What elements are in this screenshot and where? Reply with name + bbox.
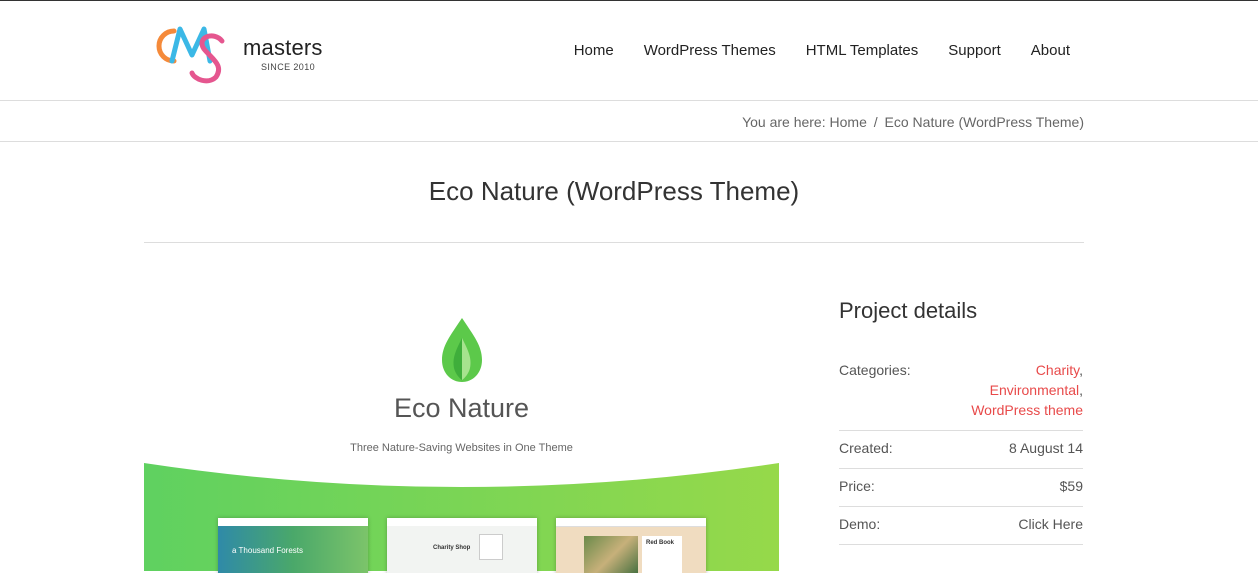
created-value: 8 August 14 <box>1009 440 1083 456</box>
theme-preview-image[interactable]: Eco Nature Three Nature-Saving Websites … <box>144 283 779 573</box>
category-link-environmental[interactable]: Environmental <box>990 382 1080 398</box>
breadcrumb-separator: / <box>873 114 878 130</box>
logo-wordmark: masters <box>243 35 323 60</box>
site-logo[interactable]: masters SINCE 2010 <box>144 21 344 85</box>
preview-redbook-text: Red Book <box>646 540 675 546</box>
demo-link[interactable]: Click Here <box>1018 514 1083 534</box>
hero-tagline: Three Nature-Saving Websites in One Them… <box>350 442 573 454</box>
demo-label: Demo: <box>839 516 881 532</box>
main-nav: Home WordPress Themes HTML Templates Sup… <box>574 42 1070 59</box>
preview-forest-text: a Thousand Forests <box>232 546 304 555</box>
nav-home[interactable]: Home <box>574 42 614 59</box>
nav-wordpress-themes[interactable]: WordPress Themes <box>644 42 776 59</box>
project-details-list: Categories: Charity, Environmental, Word… <box>839 353 1083 545</box>
nav-html-templates[interactable]: HTML Templates <box>806 42 919 59</box>
project-details-heading: Project details <box>839 298 978 323</box>
detail-row-price: Price: $59 <box>839 469 1083 507</box>
detail-row-demo: Demo: Click Here <box>839 507 1083 545</box>
category-comma: , <box>1079 362 1083 378</box>
category-comma: , <box>1079 382 1083 398</box>
breadcrumb-home-link[interactable]: Home <box>830 114 867 130</box>
nav-about[interactable]: About <box>1031 42 1070 59</box>
breadcrumb-current: Eco Nature (WordPress Theme) <box>884 114 1084 130</box>
price-value: $59 <box>1059 478 1083 494</box>
category-link-wordpress-theme[interactable]: WordPress theme <box>971 402 1083 418</box>
detail-row-created: Created: 8 August 14 <box>839 431 1083 469</box>
site-header: masters SINCE 2010 Home WordPress Themes… <box>0 1 1258 101</box>
cms-logo-mark <box>156 26 225 84</box>
categories-label: Categories: <box>839 362 911 378</box>
category-link-charity[interactable]: Charity <box>1036 362 1079 378</box>
page-title: Eco Nature (WordPress Theme) <box>428 176 800 206</box>
hero-theme-name: Eco Nature <box>393 393 530 423</box>
preview-shop-text: Charity Shop <box>433 545 471 551</box>
breadcrumb: You are here: Home / Eco Nature (WordPre… <box>742 114 1084 130</box>
leaf-icon <box>442 318 482 382</box>
price-label: Price: <box>839 478 875 494</box>
breadcrumb-bar: You are here: Home / Eco Nature (WordPre… <box>0 101 1258 142</box>
logo-since: SINCE 2010 <box>261 62 316 72</box>
created-label: Created: <box>839 440 893 456</box>
detail-row-categories: Categories: Charity, Environmental, Word… <box>839 353 1083 431</box>
title-divider <box>144 242 1084 243</box>
categories-values: Charity, Environmental, WordPress theme <box>971 360 1083 420</box>
nav-support[interactable]: Support <box>948 42 1001 59</box>
breadcrumb-prefix: You are here: <box>742 114 826 130</box>
